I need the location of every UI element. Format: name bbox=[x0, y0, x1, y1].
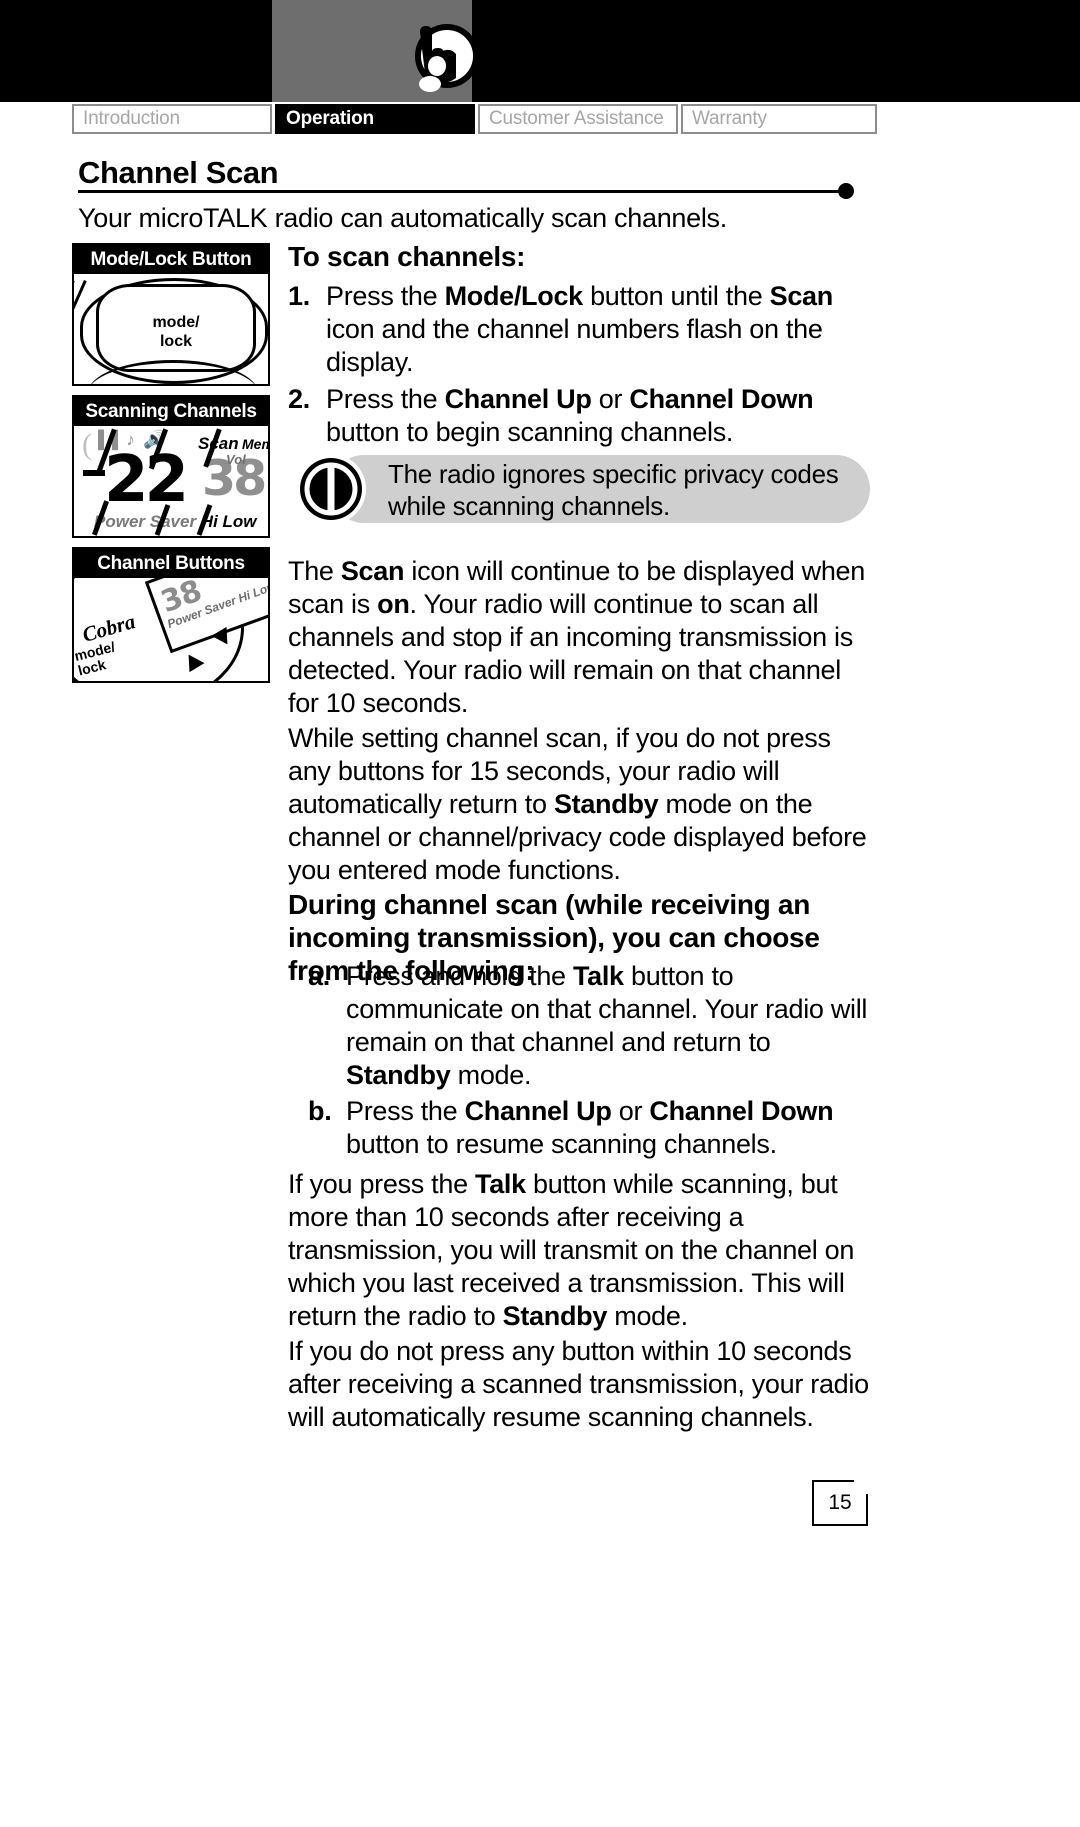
mode-lock-button-shape: mode/ lock bbox=[96, 284, 256, 372]
lcd-bezel-curve: ( bbox=[82, 428, 92, 461]
item-b-text: Press the Channel Up or Channel Down but… bbox=[346, 1096, 834, 1159]
step-2-number: 2. bbox=[288, 384, 310, 414]
lcd-bottom-labels: Power Saver Hi Low bbox=[94, 512, 257, 532]
paragraph-timeout: While setting channel scan, if you do no… bbox=[288, 723, 867, 885]
tip-text: The radio ignores specific privacy codes… bbox=[388, 459, 839, 521]
title-dot bbox=[838, 183, 854, 199]
item-a: a. Press and hold the Talk button to com… bbox=[308, 960, 878, 1092]
step-2-text: Press the Channel Up or Channel Down but… bbox=[326, 384, 814, 447]
item-a-number: a. bbox=[308, 961, 330, 991]
mode-lock-text: mode/ lock bbox=[99, 313, 253, 351]
lcd-vol-label: Vol bbox=[226, 452, 246, 467]
power-button-icon bbox=[294, 452, 368, 526]
to-scan-heading: To scan channels: bbox=[288, 241, 526, 272]
lcd-mem-label: Mem bbox=[242, 436, 268, 452]
item-a-text: Press and hold the Talk button to commun… bbox=[346, 961, 868, 1090]
figure-scanning-channels: Scanning Channels ( ▐▐ ♪ 🔊 22 38 Scan Me… bbox=[72, 395, 270, 538]
figure-caption: Mode/Lock Button bbox=[74, 245, 268, 274]
cobra-walkie-talkie-logo bbox=[392, 16, 479, 102]
lcd-channel-number: 22 bbox=[104, 443, 189, 517]
lcd-screen: ( ▐▐ ♪ 🔊 22 38 Scan Mem Vol Power Saver … bbox=[74, 426, 268, 536]
tab-customer-assistance[interactable]: Customer Assistance bbox=[478, 104, 678, 134]
tab-introduction[interactable]: Introduction bbox=[72, 104, 272, 134]
header-black-band bbox=[0, 0, 1080, 102]
paragraph-talk-button: If you press the Talk button while scann… bbox=[288, 1169, 855, 1331]
figure-mode-lock-button: Mode/Lock Button mode/ lock bbox=[72, 243, 270, 386]
paragraph-resume-scan: If you do not press any button within 10… bbox=[288, 1336, 869, 1432]
lcd-power-saver-label: Power Saver bbox=[94, 512, 197, 531]
tab-warranty[interactable]: Warranty bbox=[681, 104, 877, 134]
step-2: 2. Press the Channel Up or Channel Down … bbox=[288, 383, 878, 449]
tab-operation[interactable]: Operation bbox=[275, 104, 475, 134]
step-1: 1. Press the Mode/Lock button until the … bbox=[288, 280, 878, 379]
item-b: b. Press the Channel Up or Channel Down … bbox=[308, 1095, 878, 1161]
mode-lock-line1: mode/ bbox=[152, 314, 200, 331]
figure-image-channel-buttons: 38 Power Saver Hi Low RX TX Mem Cobra mo… bbox=[74, 578, 268, 681]
step-1-number: 1. bbox=[288, 281, 310, 311]
figure-caption: Channel Buttons bbox=[74, 549, 268, 578]
lcd-hi-low-label: Hi Low bbox=[200, 512, 257, 531]
paragraph-scan-on: The Scan icon will continue to be displa… bbox=[288, 556, 865, 718]
figure-channel-buttons: Channel Buttons 38 Power Saver Hi Low RX… bbox=[72, 547, 270, 683]
page-corner-fold bbox=[854, 1478, 870, 1494]
page-title: Channel Scan bbox=[78, 155, 279, 190]
intro-paragraph: Your microTALK radio can automatically s… bbox=[78, 203, 727, 233]
radio-face: 38 Power Saver Hi Low RX TX Mem Cobra mo… bbox=[74, 578, 268, 681]
figure-image-mode-lock: mode/ lock bbox=[74, 274, 268, 384]
figure-caption: Scanning Channels bbox=[74, 397, 268, 426]
section-tabs[interactable]: Introduction Operation Customer Assistan… bbox=[72, 104, 878, 134]
mode-lock-line2: lock bbox=[159, 333, 192, 350]
step-1-text: Press the Mode/Lock button until the Sca… bbox=[326, 281, 833, 377]
mode-lock-leader-line-1 bbox=[74, 280, 75, 369]
figure-image-lcd: ( ▐▐ ♪ 🔊 22 38 Scan Mem Vol Power Saver … bbox=[74, 426, 268, 536]
title-divider bbox=[78, 190, 848, 193]
item-b-number: b. bbox=[308, 1096, 332, 1126]
